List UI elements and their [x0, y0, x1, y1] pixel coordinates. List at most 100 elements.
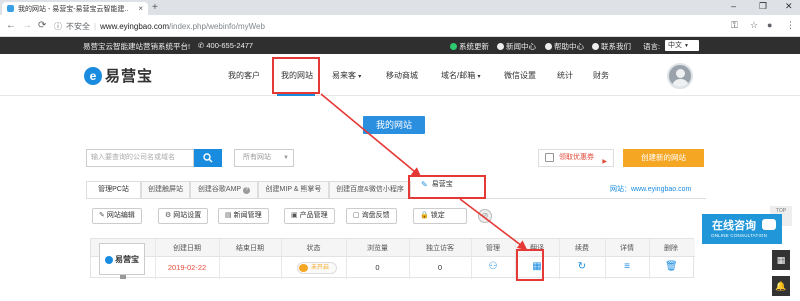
- nav-my-clients[interactable]: 我的客户: [228, 70, 260, 81]
- browser-tab-title: 我的网站 - 易营宝-易营宝云智能建...: [18, 5, 128, 13]
- tab-create-miniprogram[interactable]: 创建百度&微信小程序: [329, 181, 411, 199]
- top-link-updates[interactable]: 系统更新: [450, 41, 489, 52]
- shield-icon: [450, 43, 457, 50]
- edit-site-button[interactable]: ✎ 网站编辑: [92, 208, 142, 224]
- new-tab-button[interactable]: +: [152, 2, 158, 13]
- chat-bubble-icon: [762, 219, 776, 230]
- language-label: 语言:: [643, 42, 661, 51]
- divider: [86, 198, 706, 199]
- inquiry-button[interactable]: ▢ 询盘反馈: [346, 208, 397, 224]
- main-nav: e 易营宝 我的客户 我的网站 易来客 ▾ 移动商城 域名/邮箱 ▾ 微信设置 …: [0, 54, 800, 96]
- views-cell: 0: [375, 263, 380, 272]
- arrow-right-icon: ▶: [602, 159, 607, 165]
- forward-icon[interactable]: →: [22, 20, 32, 31]
- info-icon[interactable]: ⓘ: [54, 21, 62, 32]
- maximize-icon[interactable]: ❐: [759, 1, 767, 12]
- bell-icon[interactable]: 🔔: [772, 276, 790, 296]
- box-icon: ▣: [291, 212, 298, 219]
- nav-wechat[interactable]: 微信设置: [504, 70, 536, 81]
- search-input[interactable]: 输入要查询的公司名或域名: [86, 149, 194, 167]
- search-button[interactable]: [194, 149, 222, 167]
- nav-domain-mail[interactable]: 域名/邮箱 ▾: [441, 70, 480, 81]
- contact-icon: [592, 43, 599, 50]
- help-icon: ?: [243, 187, 251, 194]
- top-link-help[interactable]: 帮助中心: [545, 41, 584, 52]
- col-end-date: 结束日期: [236, 245, 264, 252]
- tab-create-mobile[interactable]: 创建触屏站: [141, 181, 190, 199]
- site-filter-select[interactable]: 所有网站 ▼: [234, 149, 294, 167]
- highlight-site-box: [408, 175, 486, 199]
- highlight-translate-box: [516, 249, 544, 281]
- url-field[interactable]: ⓘ 不安全 | www.eyingbao.com/index.php/webin…: [54, 18, 714, 34]
- news-icon: [497, 43, 504, 50]
- highlight-nav-box: [272, 57, 320, 94]
- disabled-circle-icon[interactable]: ⊘: [478, 209, 492, 223]
- site-slogan: 易营宝云智能建站营销系统平台!: [83, 42, 191, 51]
- manage-user-icon[interactable]: ⚇: [487, 261, 499, 272]
- close-icon[interactable]: ×: [138, 4, 143, 13]
- nav-yilaike[interactable]: 易来客 ▾: [332, 70, 361, 81]
- create-date-cell: 2019-02-22: [167, 263, 207, 272]
- qr-grid-icon[interactable]: ▦: [772, 250, 790, 270]
- browser-tab[interactable]: 我的网站 - 易营宝-易营宝云智能建... ×: [2, 2, 148, 15]
- site-table: 易营宝 创建日期 结束日期 状态 浏览量 独立访客 管理 翻译 续费 详情 删除…: [90, 238, 695, 279]
- arrow-line: [320, 93, 422, 178]
- col-detail: 详情: [620, 245, 634, 252]
- lock-button[interactable]: 🔒 锁定: [413, 208, 467, 224]
- coupon-button[interactable]: 领取优惠券 ▶: [538, 149, 614, 167]
- delete-icon[interactable]: 🗑: [665, 261, 678, 272]
- language-select[interactable]: 中文 ▼: [665, 40, 699, 51]
- chevron-down-icon: ▾: [358, 74, 362, 80]
- nav-finance[interactable]: 财务: [593, 70, 609, 81]
- top-link-news[interactable]: 新闻中心: [497, 41, 536, 52]
- chevron-down-icon: ▾: [477, 74, 481, 80]
- menu-icon[interactable]: ⋮: [786, 20, 795, 31]
- nav-mobile-mall[interactable]: 移动商城: [386, 70, 418, 81]
- logo-text: 易营宝: [105, 68, 154, 85]
- window-close-icon[interactable]: ✕: [785, 1, 793, 12]
- create-site-button[interactable]: 创建新的网站: [623, 149, 704, 167]
- account-icon[interactable]: ●: [767, 20, 772, 30]
- top-link-contact[interactable]: 联系我们: [592, 41, 631, 52]
- insecure-label: 不安全: [66, 21, 90, 31]
- col-visitors: 独立访客: [426, 245, 454, 252]
- url-host: www.eyingbao.com: [100, 21, 169, 31]
- url-path: /index.php/webinfo/myWeb: [169, 21, 265, 31]
- news-manage-button[interactable]: ▤ 新闻管理: [218, 208, 269, 224]
- product-manage-button[interactable]: ▣ 产品管理: [284, 208, 335, 224]
- star-icon[interactable]: ☆: [750, 20, 758, 31]
- tab-create-amp[interactable]: 创建谷歌AMP?: [190, 181, 258, 199]
- reload-icon[interactable]: ⟳: [38, 20, 46, 31]
- detail-icon[interactable]: ≡: [621, 261, 633, 272]
- col-renew: 续费: [575, 245, 589, 252]
- avatar[interactable]: [667, 63, 693, 89]
- renew-icon[interactable]: ↻: [576, 261, 588, 272]
- gear-icon: ⚙: [165, 212, 172, 219]
- site-top-bar: 易营宝云智能建站营销系统平台! ✆ 400-655-2477 系统更新 新闻中心…: [0, 37, 800, 54]
- tab-create-mip[interactable]: 创建MIP & 熊掌号: [258, 181, 329, 199]
- site-thumbnail[interactable]: 易营宝: [99, 243, 145, 279]
- callout-label: 我的网站: [363, 116, 425, 134]
- site-settings-button[interactable]: ⚙ 网站设置: [158, 208, 209, 224]
- lock-icon: 🔒: [420, 212, 429, 219]
- col-create-date: 创建日期: [173, 245, 201, 252]
- site-logo[interactable]: e 易营宝: [84, 65, 153, 86]
- col-manage: 管理: [486, 245, 500, 252]
- back-icon[interactable]: ←: [6, 20, 16, 31]
- address-bar: ← → ⟳ ⓘ 不安全 | www.eyingbao.com/index.php…: [0, 15, 800, 37]
- website-url[interactable]: 网站：www.eyingbao.com: [610, 184, 691, 194]
- online-consult-button[interactable]: 在线咨询 ONLINE CONSULTATION: [702, 214, 782, 244]
- status-toggle[interactable]: 未开启: [297, 262, 337, 274]
- news-icon: ▤: [225, 212, 232, 219]
- logo-icon: e: [84, 66, 102, 85]
- nav-stats[interactable]: 统计: [557, 70, 573, 81]
- favicon-icon: [7, 5, 14, 12]
- visitors-cell: 0: [437, 263, 443, 272]
- tab-manage-pc[interactable]: 管理PC站: [86, 181, 141, 199]
- minimize-icon[interactable]: –: [731, 1, 736, 11]
- coupon-icon: [545, 153, 554, 162]
- action-row: ✎ 网站编辑 ⚙ 网站设置 ▤ 新闻管理 ▣ 产品管理 ▢ 询盘反馈 🔒 锁定 ⊘: [86, 200, 706, 230]
- key-icon[interactable]: ⚿: [731, 20, 738, 31]
- phone-number: ✆ 400-655-2477: [198, 41, 254, 50]
- col-delete: 删除: [664, 245, 678, 252]
